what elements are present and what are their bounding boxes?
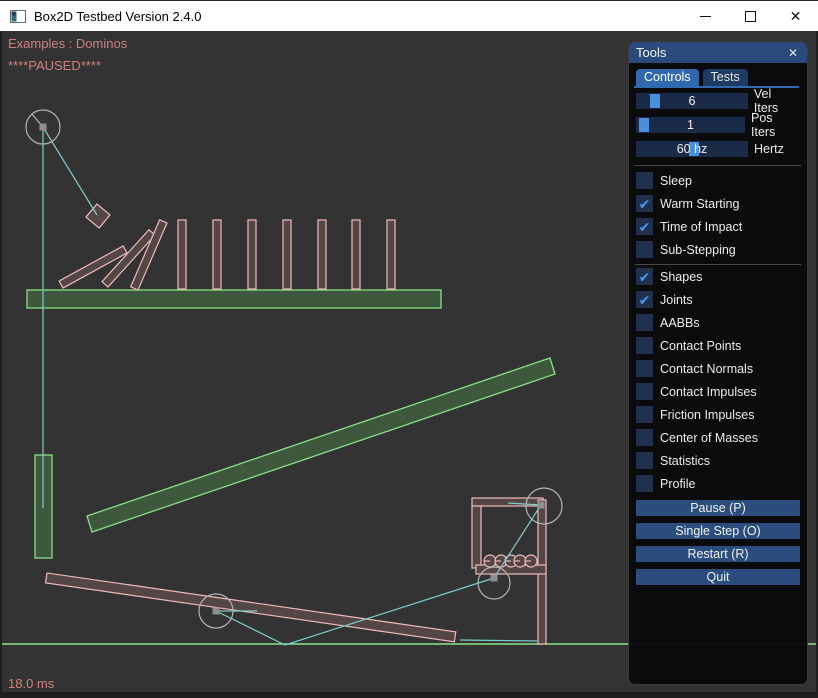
checkbox-box[interactable]: ✔ xyxy=(636,172,653,189)
frame-left-post xyxy=(472,506,481,568)
checkbox-friction-impulses[interactable]: ✔ Friction Impulses xyxy=(636,406,799,423)
domino-platform xyxy=(27,290,441,308)
domino xyxy=(352,220,360,289)
separator xyxy=(635,165,801,166)
pos-iters-slider[interactable]: 1 xyxy=(636,117,745,133)
slider-label: Pos Iters xyxy=(751,111,799,139)
vel-iters-slider-row: 6 Vel Iters xyxy=(636,93,799,109)
tools-panel: Tools ✕ Controls Tests 6 Vel Iters xyxy=(628,41,808,685)
checkbox-aabbs[interactable]: ✔ AABBs xyxy=(636,314,799,331)
check-icon: ✔ xyxy=(639,197,651,211)
tab-tests[interactable]: Tests xyxy=(703,69,748,86)
domino xyxy=(318,220,326,289)
slider-label: Hertz xyxy=(754,142,784,156)
app-window: Box2D Testbed Version 2.4.0 ✕ xyxy=(0,0,818,698)
checkbox-time-of-impact[interactable]: ✔ Time of Impact xyxy=(636,218,799,235)
tools-panel-titlebar[interactable]: Tools ✕ xyxy=(629,42,807,63)
simulation-canvas[interactable]: Examples : Dominos ****PAUSED**** 18.0 m… xyxy=(2,31,816,692)
maximize-button[interactable] xyxy=(728,1,773,31)
minimize-button[interactable] xyxy=(683,1,728,31)
anchor-points xyxy=(40,124,545,615)
checkbox-warm-starting[interactable]: ✔ Warm Starting xyxy=(636,195,799,212)
checkbox-box[interactable]: ✔ xyxy=(636,218,653,235)
checkbox-contact-points[interactable]: ✔ Contact Points xyxy=(636,337,799,354)
window-titlebar[interactable]: Box2D Testbed Version 2.4.0 ✕ xyxy=(0,0,818,31)
hertz-slider[interactable]: 60 hz xyxy=(636,141,748,157)
hertz-slider-row: 60 hz Hertz xyxy=(636,141,799,157)
checkbox-profile[interactable]: ✔ Profile xyxy=(636,475,799,492)
tab-controls[interactable]: Controls xyxy=(636,69,699,86)
separator xyxy=(635,264,801,265)
seesaw-plank xyxy=(46,573,456,642)
checkbox-contact-normals[interactable]: ✔ Contact Normals xyxy=(636,360,799,377)
domino xyxy=(178,220,186,289)
checkbox-box[interactable]: ✔ xyxy=(636,406,653,423)
checkbox-box[interactable]: ✔ xyxy=(636,360,653,377)
maximize-icon xyxy=(745,11,756,22)
restart-button[interactable]: Restart (R) xyxy=(636,546,800,562)
checkbox-box[interactable]: ✔ xyxy=(636,195,653,212)
checkbox-box[interactable]: ✔ xyxy=(636,452,653,469)
slider-value: 60 hz xyxy=(636,141,748,157)
checkbox-box[interactable]: ✔ xyxy=(636,268,653,285)
app-icon xyxy=(10,10,26,23)
single-step-button[interactable]: Single Step (O) xyxy=(636,523,800,539)
domino xyxy=(283,220,291,289)
checkbox-sub-stepping[interactable]: ✔ Sub-Stepping xyxy=(636,241,799,258)
check-icon: ✔ xyxy=(639,220,651,234)
close-button[interactable]: ✕ xyxy=(773,1,818,31)
tools-panel-title: Tools xyxy=(636,45,666,60)
panel-buttons: Pause (P) Single Step (O) Restart (R) Qu… xyxy=(636,500,799,585)
close-icon: ✕ xyxy=(790,9,802,23)
dynamic-bodies[interactable] xyxy=(46,204,546,644)
window-title: Box2D Testbed Version 2.4.0 xyxy=(34,9,201,24)
pause-button[interactable]: Pause (P) xyxy=(636,500,800,516)
anchor-circles xyxy=(26,110,562,628)
paused-label: ****PAUSED**** xyxy=(8,58,101,73)
domino xyxy=(248,220,256,289)
checkbox-box[interactable]: ✔ xyxy=(636,383,653,400)
domino xyxy=(213,220,221,289)
tools-panel-body: Controls Tests 6 Vel Iters 1 P xyxy=(629,63,807,585)
checkbox-box[interactable]: ✔ xyxy=(636,291,653,308)
slider-value: 1 xyxy=(636,117,745,133)
shelf-balls xyxy=(484,555,537,567)
check-icon: ✔ xyxy=(639,270,651,284)
checkbox-shapes[interactable]: ✔ Shapes xyxy=(636,268,799,285)
window-controls: ✕ xyxy=(683,1,818,31)
tools-close-button[interactable]: ✕ xyxy=(786,46,800,60)
minimize-icon xyxy=(700,16,711,17)
checkbox-box[interactable]: ✔ xyxy=(636,241,653,258)
check-icon: ✔ xyxy=(639,293,651,307)
example-label: Examples : Dominos xyxy=(8,36,127,51)
checkbox-center-of-masses[interactable]: ✔ Center of Masses xyxy=(636,429,799,446)
frame-time-label: 18.0 ms xyxy=(8,676,54,691)
checkbox-box[interactable]: ✔ xyxy=(636,337,653,354)
checkbox-box[interactable]: ✔ xyxy=(636,475,653,492)
tab-bar: Controls Tests xyxy=(636,69,799,86)
checkbox-box[interactable]: ✔ xyxy=(636,314,653,331)
pos-iters-slider-row: 1 Pos Iters xyxy=(636,117,799,133)
slider-value: 6 xyxy=(636,93,748,109)
quit-button[interactable]: Quit xyxy=(636,569,800,585)
checkbox-joints[interactable]: ✔ Joints xyxy=(636,291,799,308)
vel-iters-slider[interactable]: 6 xyxy=(636,93,748,109)
checkbox-contact-impulses[interactable]: ✔ Contact Impulses xyxy=(636,383,799,400)
checkbox-box[interactable]: ✔ xyxy=(636,429,653,446)
checkbox-sleep[interactable]: ✔ Sleep xyxy=(636,172,799,189)
pendulum-box xyxy=(86,204,110,228)
checkbox-statistics[interactable]: ✔ Statistics xyxy=(636,452,799,469)
domino xyxy=(387,220,395,289)
